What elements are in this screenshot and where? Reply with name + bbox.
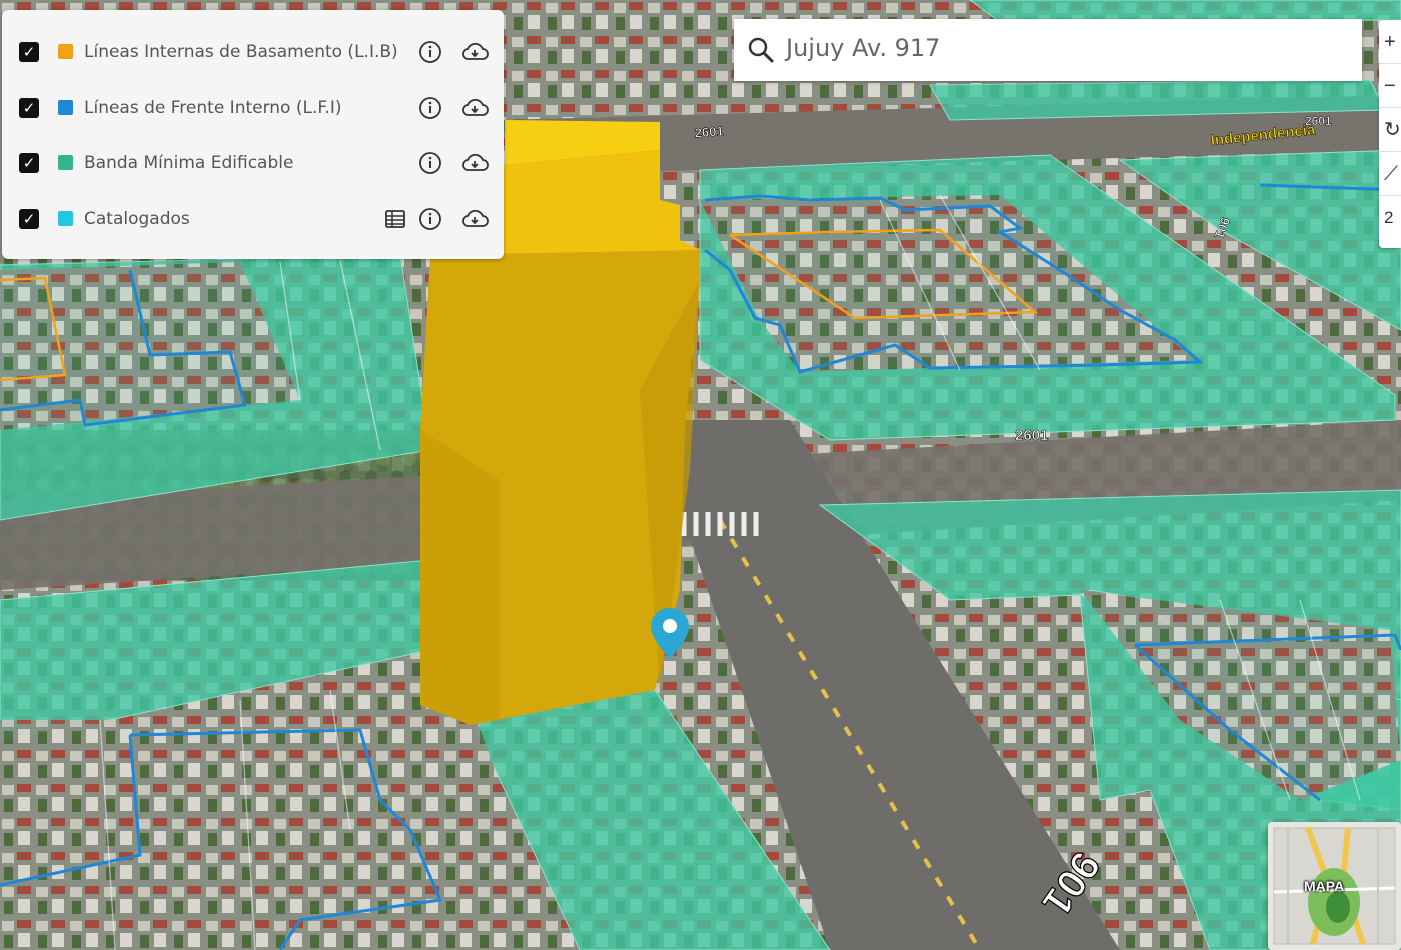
location-marker-icon[interactable] <box>649 606 691 662</box>
layer-label: Líneas de Frente Interno (L.F.I) <box>84 98 342 118</box>
layer-label: Banda Mínima Edificable <box>84 153 294 173</box>
zoom-out-button[interactable]: − <box>1379 64 1401 108</box>
street-number-label: 2601 <box>694 123 724 140</box>
info-icon[interactable] <box>418 151 442 175</box>
layer-row-banda[interactable]: ✓ Banda Mínima Edificable <box>2 143 504 183</box>
layer-row-lfi[interactable]: ✓ Líneas de Frente Interno (L.F.I) <box>2 88 504 128</box>
info-icon[interactable] <box>418 96 442 120</box>
address-search-box[interactable]: Jujuy Av. 917 <box>734 19 1362 81</box>
search-icon[interactable] <box>747 36 775 64</box>
layer-color-swatch <box>58 155 73 170</box>
layers-panel: ✓ Líneas Internas de Basamento (L.I.B) ✓… <box>2 10 504 259</box>
minimap-toggle[interactable]: MAPA <box>1268 822 1401 950</box>
layer-row-catalogados[interactable]: ✓ Catalogados <box>2 199 504 239</box>
checkbox-checked-icon[interactable]: ✓ <box>19 98 39 118</box>
block-courtyard-left <box>0 700 560 950</box>
search-input[interactable]: Jujuy Av. 917 <box>786 34 940 62</box>
info-icon[interactable] <box>418 207 442 231</box>
minimap-label: MAPA <box>1304 878 1345 894</box>
cloud-download-icon[interactable] <box>460 207 490 231</box>
layer-color-swatch <box>58 100 73 115</box>
layer-color-swatch <box>58 44 73 59</box>
checkbox-checked-icon[interactable]: ✓ <box>19 153 39 173</box>
extra-control-button[interactable]: 2 <box>1379 196 1401 240</box>
cloud-download-icon[interactable] <box>460 151 490 175</box>
map-controls: + − ↻ ⟋ 2 <box>1379 20 1401 248</box>
table-icon[interactable] <box>383 207 407 231</box>
layer-color-swatch <box>58 211 73 226</box>
info-icon[interactable] <box>418 40 442 64</box>
layer-label: Catalogados <box>84 209 190 229</box>
measure-button[interactable]: ⟋ <box>1379 152 1401 196</box>
zoom-in-button[interactable]: + <box>1379 20 1401 64</box>
cloud-download-icon[interactable] <box>460 96 490 120</box>
checkbox-checked-icon[interactable]: ✓ <box>19 209 39 229</box>
rotate-button[interactable]: ↻ <box>1379 108 1401 152</box>
street-number-label: 2601 <box>1015 427 1048 444</box>
cloud-download-icon[interactable] <box>460 40 490 64</box>
layer-label: Líneas Internas de Basamento (L.I.B) <box>84 42 398 62</box>
checkbox-checked-icon[interactable]: ✓ <box>19 42 39 62</box>
layer-row-lib[interactable]: ✓ Líneas Internas de Basamento (L.I.B) <box>2 32 504 72</box>
